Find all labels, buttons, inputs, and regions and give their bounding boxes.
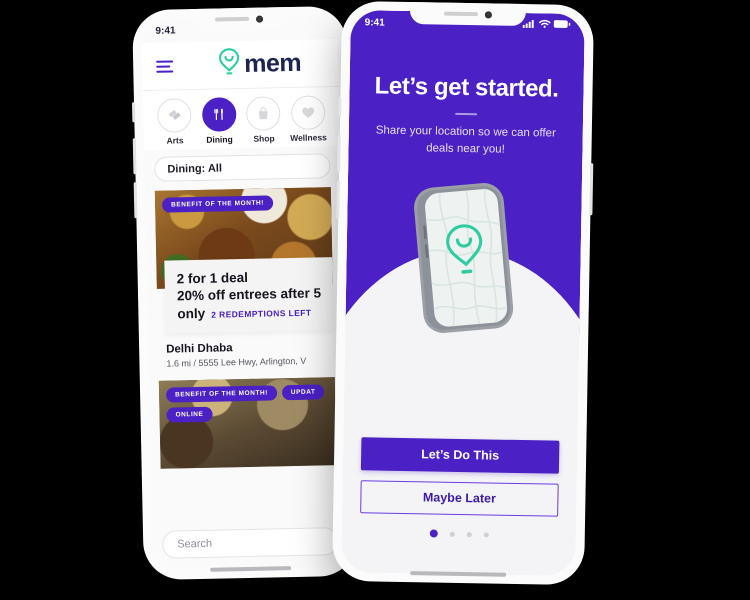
- cta-area: Let’s Do This Maybe Later: [360, 436, 560, 540]
- shopping-bag-icon: [246, 96, 281, 131]
- badge-group: BENEFIT OF THE MONTH! UPDAT ONLINE: [165, 384, 332, 423]
- lets-do-this-button[interactable]: Let’s Do This: [360, 436, 560, 474]
- mute-switch[interactable]: [338, 96, 342, 117]
- status-icon-group: [522, 19, 571, 32]
- deals-list-screen: 9:41 mem Arts Dining Shop Wellness Dinin…: [141, 15, 349, 571]
- deal-line-3: only: [177, 305, 206, 321]
- merchant-name: Delhi Dhaba: [166, 342, 233, 356]
- merchant-address: 1.6 mi / 5555 Lee Hwy, Arlington, V: [166, 355, 307, 369]
- pin-smile-logo-icon: [217, 47, 242, 82]
- category-label: Wellness: [290, 132, 327, 144]
- badge: UPDAT: [281, 384, 325, 401]
- home-indicator[interactable]: [410, 571, 506, 577]
- home-indicator[interactable]: [210, 566, 292, 572]
- volume-down-button[interactable]: [133, 182, 138, 219]
- deal-line-2: 20% off entrees after 5: [176, 285, 322, 304]
- category-label: Dining: [206, 134, 233, 145]
- category-row: Arts Dining Shop Wellness: [142, 86, 340, 151]
- category-dining[interactable]: Dining: [197, 97, 240, 145]
- front-camera: [256, 15, 264, 23]
- category-shop[interactable]: Shop: [242, 96, 285, 144]
- maybe-later-button[interactable]: Maybe Later: [360, 479, 559, 517]
- onboarding-location-screen: 9:41 Let’s get started. Share your locat…: [341, 10, 585, 576]
- search-input[interactable]: Search: [161, 527, 339, 559]
- hero-text-block: Let’s get started. Share your location s…: [348, 72, 583, 161]
- earpiece-speaker: [443, 11, 478, 17]
- divider: [455, 112, 478, 116]
- earpiece-speaker: [215, 16, 250, 22]
- filter-dropdown[interactable]: Dining: All: [154, 153, 331, 182]
- heart-icon: [290, 95, 326, 130]
- filter-value: Dining: All: [167, 161, 223, 176]
- front-camera: [484, 10, 492, 18]
- category-label: Arts: [166, 135, 184, 146]
- redemptions-left: 2 REDEMPTIONS LEFT: [211, 307, 312, 320]
- badge: BENEFIT OF THE MONTH!: [161, 195, 274, 213]
- left-phone-screen-frame: 9:41 mem Arts Dining Shop Wellness Dinin…: [141, 15, 349, 571]
- badge: BENEFIT OF THE MONTH!: [165, 385, 278, 403]
- screenshot-stage: 9:41 mem Arts Dining Shop Wellness Dinin…: [0, 0, 750, 600]
- signal-bars-icon: [522, 19, 536, 31]
- left-phone-notch: [189, 7, 289, 32]
- category-arts[interactable]: Arts: [153, 98, 196, 146]
- status-time: 9:41: [364, 16, 385, 29]
- deal-details[interactable]: 2 for 1 deal 20% off entrees after 5 onl…: [164, 257, 334, 334]
- pagination-dot[interactable]: [466, 531, 472, 537]
- battery-icon: [553, 20, 571, 32]
- page-subtitle: Share your location so we can offer deal…: [375, 124, 556, 156]
- app-header: mem: [141, 39, 339, 92]
- badge: ONLINE: [166, 406, 213, 423]
- volume-down-button[interactable]: [336, 180, 340, 219]
- pagination-dot[interactable]: [429, 529, 438, 538]
- category-label: Shop: [253, 133, 275, 144]
- wifi-icon: [538, 19, 551, 31]
- ticket-icon: [157, 98, 192, 133]
- brand-name: mem: [243, 48, 302, 78]
- right-phone-screen-frame: 9:41 Let’s get started. Share your locat…: [341, 10, 585, 576]
- right-phone-device: 9:41 Let’s get started. Share your locat…: [331, 0, 595, 586]
- power-button[interactable]: [589, 163, 594, 216]
- volume-up-button[interactable]: [132, 138, 137, 175]
- mute-switch[interactable]: [131, 102, 136, 123]
- status-time: 9:41: [155, 24, 176, 37]
- hamburger-icon[interactable]: [156, 59, 174, 73]
- search-placeholder: Search: [177, 537, 213, 551]
- deal-card-image[interactable]: BENEFIT OF THE MONTH! UPDAT ONLINE: [158, 376, 337, 469]
- fork-knife-icon: [201, 97, 237, 132]
- page-title: Let’s get started.: [374, 72, 559, 103]
- left-phone-device: 9:41 mem Arts Dining Shop Wellness Dinin…: [131, 5, 358, 581]
- merchant-info[interactable]: Delhi Dhaba 1.6 mi / 5555 Lee Hwy, Arlin…: [166, 340, 334, 369]
- brand-logo: mem: [217, 46, 302, 83]
- category-wellness[interactable]: Wellness: [286, 95, 329, 143]
- phone-map-pin-illustration: [409, 178, 518, 338]
- right-phone-notch: [409, 2, 527, 27]
- pagination-dot[interactable]: [483, 531, 489, 537]
- pagination-dot[interactable]: [449, 531, 455, 537]
- volume-up-button[interactable]: [337, 134, 341, 173]
